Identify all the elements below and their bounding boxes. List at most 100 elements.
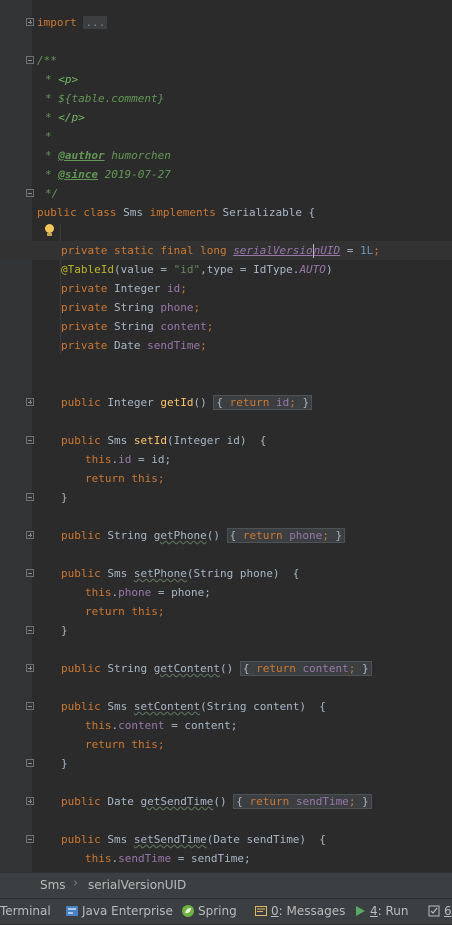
code-line-statement[interactable]: this.content = content; xyxy=(0,716,452,735)
code-line-return[interactable]: return this; xyxy=(0,469,452,488)
code-line-class-declaration[interactable]: public class Sms implements Serializable… xyxy=(0,203,452,222)
fold-expand-icon[interactable] xyxy=(26,531,34,539)
keyword-import: import xyxy=(37,16,77,29)
field-type: Date xyxy=(113,339,148,352)
fold-collapse-icon[interactable] xyxy=(26,436,34,444)
code-line-close-brace[interactable]: } xyxy=(0,488,452,507)
spring-label: Spring xyxy=(198,904,237,918)
fold-collapse-icon[interactable] xyxy=(26,702,34,710)
code-line-method-setter[interactable]: public Sms setContent(String content) { xyxy=(0,697,452,716)
keyword-this: this xyxy=(85,852,112,865)
code-line-method-getter[interactable]: public Integer getId() { return id; } xyxy=(0,393,452,412)
fold-expand-icon[interactable] xyxy=(26,18,34,26)
terminal-tab[interactable]: Terminal xyxy=(0,899,51,925)
code-line-field[interactable]: private String phone; xyxy=(0,298,452,317)
fold-collapse-icon[interactable] xyxy=(26,759,34,767)
code-line-return[interactable]: return this; xyxy=(0,602,452,621)
folded-method-body[interactable]: { return id; } xyxy=(213,395,313,410)
fold-collapse-icon[interactable] xyxy=(26,569,34,577)
spring-tab[interactable]: Spring xyxy=(182,899,237,925)
code-line-close-brace[interactable]: } xyxy=(0,621,452,640)
code-line-method-setter[interactable]: public Sms setId(Integer id) { xyxy=(0,431,452,450)
code-line-close-brace[interactable]: } xyxy=(0,754,452,773)
fold-expand-icon[interactable] xyxy=(26,398,34,406)
keyword-public: public xyxy=(61,567,108,580)
code-line-comment[interactable]: * </p> xyxy=(0,108,452,127)
field-ref: sendTime xyxy=(118,852,172,865)
folded-method-body[interactable]: { return phone; } xyxy=(226,528,346,543)
code-line-method-setter[interactable]: public Sms setSendTime(Date sendTime) { xyxy=(0,830,452,849)
keyword-public: public xyxy=(61,662,108,675)
java-enterprise-tab[interactable]: Java Enterprise xyxy=(66,899,173,925)
fold-expand-icon[interactable] xyxy=(26,797,34,805)
field-type: Integer xyxy=(113,282,167,295)
code-line-method-getter[interactable]: public Date getSendTime() { return sendT… xyxy=(0,792,452,811)
fold-collapse-icon[interactable] xyxy=(26,493,34,501)
folded-method-body[interactable]: { return sendTime; } xyxy=(233,794,372,809)
annotation-args: ,type = IdType. xyxy=(200,263,300,276)
return-type: Integer xyxy=(107,396,161,409)
code-line-return[interactable]: return this; xyxy=(0,735,452,754)
code-line-statement[interactable]: this.id = id; xyxy=(0,450,452,469)
code-line-comment[interactable]: * ${table.comment} xyxy=(0,89,452,108)
field-serial-version-uid-rest: nUID xyxy=(313,244,341,257)
code-line-serial-version[interactable]: private static final long serialVersionU… xyxy=(0,241,452,260)
code-line-statement[interactable]: this.sendTime = sendTime; xyxy=(0,849,452,868)
fold-collapse-icon[interactable] xyxy=(26,626,34,634)
code-line-annotation[interactable]: @TableId(value = "id",type = IdType.AUTO… xyxy=(0,260,452,279)
run-label: : Run xyxy=(377,904,409,918)
code-editor[interactable]: import ... /** * <p> * ${table.comment} … xyxy=(0,0,452,872)
fold-collapse-icon[interactable] xyxy=(26,56,34,64)
code-line-method-setter[interactable]: public Sms setPhone(String phone) { xyxy=(0,564,452,583)
fold-collapse-icon[interactable] xyxy=(26,835,34,843)
code-line-blank[interactable] xyxy=(0,222,452,241)
code-line-comment[interactable]: * xyxy=(0,127,452,146)
code-line-comment[interactable]: */ xyxy=(0,184,452,203)
keyword-private: private xyxy=(61,320,114,333)
todo-tab[interactable]: 6 xyxy=(428,899,452,925)
comment-text: ${table.comment} xyxy=(58,92,165,105)
keyword-return-this: return this xyxy=(85,605,158,618)
folded-imports[interactable]: ... xyxy=(83,16,108,29)
run-tab[interactable]: 4: Run xyxy=(354,899,409,925)
code-line-field[interactable]: private Integer id; xyxy=(0,279,452,298)
code-line-field[interactable]: private String content; xyxy=(0,317,452,336)
messages-tab[interactable]: 0: Messages xyxy=(255,899,345,925)
lightbulb-icon[interactable] xyxy=(44,224,55,237)
interface-name: Serializable { xyxy=(215,206,316,219)
code-line-comment[interactable]: * @since 2019-07-27 xyxy=(0,165,452,184)
field-ref: id xyxy=(118,453,132,466)
operator-assign: = xyxy=(340,244,361,257)
code-line-method-getter[interactable]: public String getPhone() { return phone;… xyxy=(0,526,452,545)
code-line-comment[interactable]: * <p> xyxy=(0,70,452,89)
annotation-table-id: @TableId xyxy=(61,263,114,276)
fold-collapse-icon[interactable] xyxy=(26,189,34,197)
javadoc-author-value: humorchen xyxy=(104,149,171,162)
code-line-field[interactable]: private Date sendTime; xyxy=(0,336,452,355)
close-brace: } xyxy=(61,491,68,504)
comment-html-tag: </p> xyxy=(58,111,85,124)
java-enterprise-label: Java Enterprise xyxy=(82,904,173,918)
breadcrumb-member[interactable]: serialVersionUID xyxy=(88,878,186,892)
number-literal: 1L xyxy=(360,244,374,257)
method-params: () xyxy=(193,396,207,409)
return-type: Sms xyxy=(107,567,134,580)
method-name-unused: setPhone xyxy=(133,567,187,580)
folded-method-body[interactable]: { return content; } xyxy=(239,661,372,676)
keyword-public: public xyxy=(61,434,108,447)
close-brace: } xyxy=(61,624,68,637)
breadcrumb-class[interactable]: Sms xyxy=(40,878,66,892)
code-line-comment[interactable]: * @author humorchen xyxy=(0,146,452,165)
run-icon xyxy=(356,905,365,916)
return-type: String xyxy=(107,529,154,542)
todo-icon xyxy=(428,905,440,916)
code-line-import[interactable]: import ... xyxy=(0,13,452,32)
fold-expand-icon[interactable] xyxy=(26,664,34,672)
terminal-label: Terminal xyxy=(0,904,51,918)
code-line-statement[interactable]: this.phone = phone; xyxy=(0,583,452,602)
code-line-comment[interactable]: /** xyxy=(0,51,452,70)
code-line-method-getter[interactable]: public String getContent() { return cont… xyxy=(0,659,452,678)
method-params: (String phone) { xyxy=(186,567,300,580)
assignment: = id; xyxy=(131,453,172,466)
semicolon: ; xyxy=(193,301,201,314)
